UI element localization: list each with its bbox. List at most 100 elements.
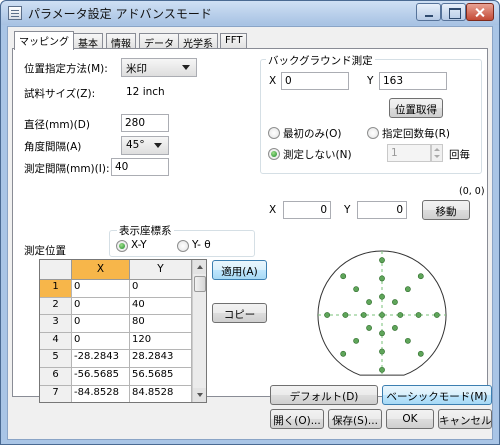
chevron-down-icon <box>182 65 190 70</box>
tab-optics[interactable]: 光学系 <box>178 33 218 50</box>
radio-y-theta[interactable] <box>177 240 189 252</box>
cell-x[interactable]: -56.5685 <box>72 367 130 386</box>
cell-y[interactable]: 84.8528 <box>130 385 192 402</box>
radio-first-only[interactable] <box>268 127 280 139</box>
default-button[interactable]: デフォルト(D) <box>270 385 378 405</box>
measure-point <box>324 312 331 318</box>
tab-info[interactable]: 情報 <box>106 33 136 50</box>
table-row[interactable]: 1 0 0 <box>40 280 192 298</box>
measure-point <box>340 350 347 357</box>
tab-mapping[interactable]: マッピング <box>14 31 74 50</box>
interval-input[interactable]: 40 <box>111 158 169 176</box>
cell-x[interactable]: 0 <box>72 297 130 316</box>
count-input[interactable]: 1 <box>387 144 431 162</box>
coords-group-title: 表示座標系 <box>117 223 174 238</box>
position-method-select[interactable]: 米印 <box>121 58 197 77</box>
cell-x[interactable]: 0 <box>72 315 130 333</box>
move-x-input[interactable]: 0 <box>283 201 331 219</box>
row-header[interactable]: 5 <box>40 350 72 368</box>
measure-grid[interactable]: X Y 1 0 0 2 0 40 3 0 80 4 0 120 5 -28.28… <box>39 259 207 403</box>
cell-y[interactable]: 40 <box>130 297 192 316</box>
diameter-input[interactable]: 280 <box>121 114 169 132</box>
bg-y-input[interactable]: 163 <box>379 72 447 90</box>
maximize-button[interactable] <box>441 3 466 21</box>
tab-basic[interactable]: 基本 <box>73 33 103 50</box>
apply-button[interactable]: 適用(A) <box>212 260 267 280</box>
xy-label: X-Y <box>131 239 147 251</box>
app-icon <box>8 6 22 20</box>
table-row[interactable]: 6 -56.5685 56.5685 <box>40 367 192 386</box>
table-row[interactable]: 2 0 40 <box>40 297 192 316</box>
title-bar[interactable]: パラメータ設定 アドバンスモード <box>1 1 499 25</box>
get-position-button[interactable]: 位置取得 <box>389 98 443 118</box>
scroll-down-icon[interactable] <box>193 388 206 402</box>
wafer-map-canvas[interactable] <box>276 229 478 394</box>
cell-y[interactable]: 28.2843 <box>130 350 192 368</box>
measure-point <box>415 312 422 318</box>
diameter-label: 直径(mm)(D) <box>24 119 90 131</box>
table-row[interactable]: 4 0 120 <box>40 332 192 351</box>
measure-point <box>353 337 360 344</box>
move-button[interactable]: 移動 <box>422 200 470 220</box>
minimize-button[interactable] <box>416 3 441 21</box>
scroll-thumb[interactable] <box>194 276 206 292</box>
tab-fft[interactable]: FFT <box>220 33 248 49</box>
basic-mode-button[interactable]: ベーシックモード(M) <box>382 385 492 405</box>
origin-label: (0, 0) <box>459 186 485 197</box>
row-header[interactable]: 3 <box>40 315 72 333</box>
open-button[interactable]: 開く(O)... <box>270 409 324 429</box>
table-row[interactable]: 3 0 80 <box>40 315 192 333</box>
move-y-input[interactable]: 0 <box>357 201 407 219</box>
row-header[interactable]: 7 <box>40 385 72 402</box>
cell-x[interactable]: 0 <box>72 280 130 298</box>
row-header[interactable]: 2 <box>40 297 72 316</box>
move-y-label: Y <box>344 204 351 216</box>
count-spinner[interactable] <box>431 144 443 162</box>
measure-point <box>366 325 372 331</box>
grid-scrollbar[interactable] <box>192 260 206 402</box>
row-header[interactable]: 4 <box>40 332 72 351</box>
cell-y[interactable]: 0 <box>130 280 192 298</box>
radio-no-measure[interactable] <box>268 148 280 160</box>
first-only-label: 最初のみ(O) <box>283 128 342 140</box>
cell-x[interactable]: 0 <box>72 332 130 351</box>
count-suffix: 回毎 <box>449 149 470 161</box>
chevron-down-icon <box>154 143 162 148</box>
dialog-window: パラメータ設定 アドバンスモード マッピング 基本 情報 データ 光学系 FFT… <box>0 0 500 445</box>
close-button[interactable] <box>466 3 494 21</box>
wafer-map <box>317 250 447 376</box>
measure-point <box>417 273 424 280</box>
scroll-up-icon[interactable] <box>193 260 206 274</box>
cell-x[interactable]: -28.2843 <box>72 350 130 368</box>
ok-button[interactable]: OK <box>386 409 434 429</box>
measure-point <box>379 366 385 373</box>
row-header[interactable]: 6 <box>40 367 72 386</box>
measure-point <box>342 312 349 318</box>
window-title: パラメータ設定 アドバンスモード <box>28 7 212 21</box>
grid-body: 1 0 0 2 0 40 3 0 80 4 0 120 5 -28.2843 2… <box>40 280 192 402</box>
measure-point <box>379 293 385 300</box>
table-row[interactable]: 5 -28.2843 28.2843 <box>40 350 192 368</box>
copy-button[interactable]: コピー <box>212 303 267 323</box>
measure-position-label: 測定位置 <box>24 245 66 257</box>
tab-data[interactable]: データ <box>139 33 179 50</box>
column-header-y[interactable]: Y <box>130 260 192 280</box>
radio-xy[interactable] <box>116 240 128 252</box>
cell-x[interactable]: -84.8528 <box>72 385 130 402</box>
position-method-label: 位置指定方法(M): <box>24 63 108 75</box>
radio-every-n[interactable] <box>367 127 379 139</box>
table-row[interactable]: 7 -84.8528 84.8528 <box>40 385 192 402</box>
cancel-button[interactable]: キャンセル <box>438 409 492 429</box>
save-button[interactable]: 保存(S)... <box>328 409 382 429</box>
bg-x-input[interactable]: 0 <box>281 72 349 90</box>
y-theta-label: Y- θ <box>192 239 211 251</box>
angle-select[interactable]: 45° <box>121 136 169 155</box>
row-header[interactable]: 1 <box>40 280 72 298</box>
cell-y[interactable]: 56.5685 <box>130 367 192 386</box>
measure-point <box>353 286 360 293</box>
cell-y[interactable]: 120 <box>130 332 192 351</box>
column-header-x[interactable]: X <box>72 260 130 280</box>
measure-point <box>404 337 411 344</box>
cell-y[interactable]: 80 <box>130 315 192 333</box>
background-group-title: バックグラウンド測定 <box>266 53 375 68</box>
